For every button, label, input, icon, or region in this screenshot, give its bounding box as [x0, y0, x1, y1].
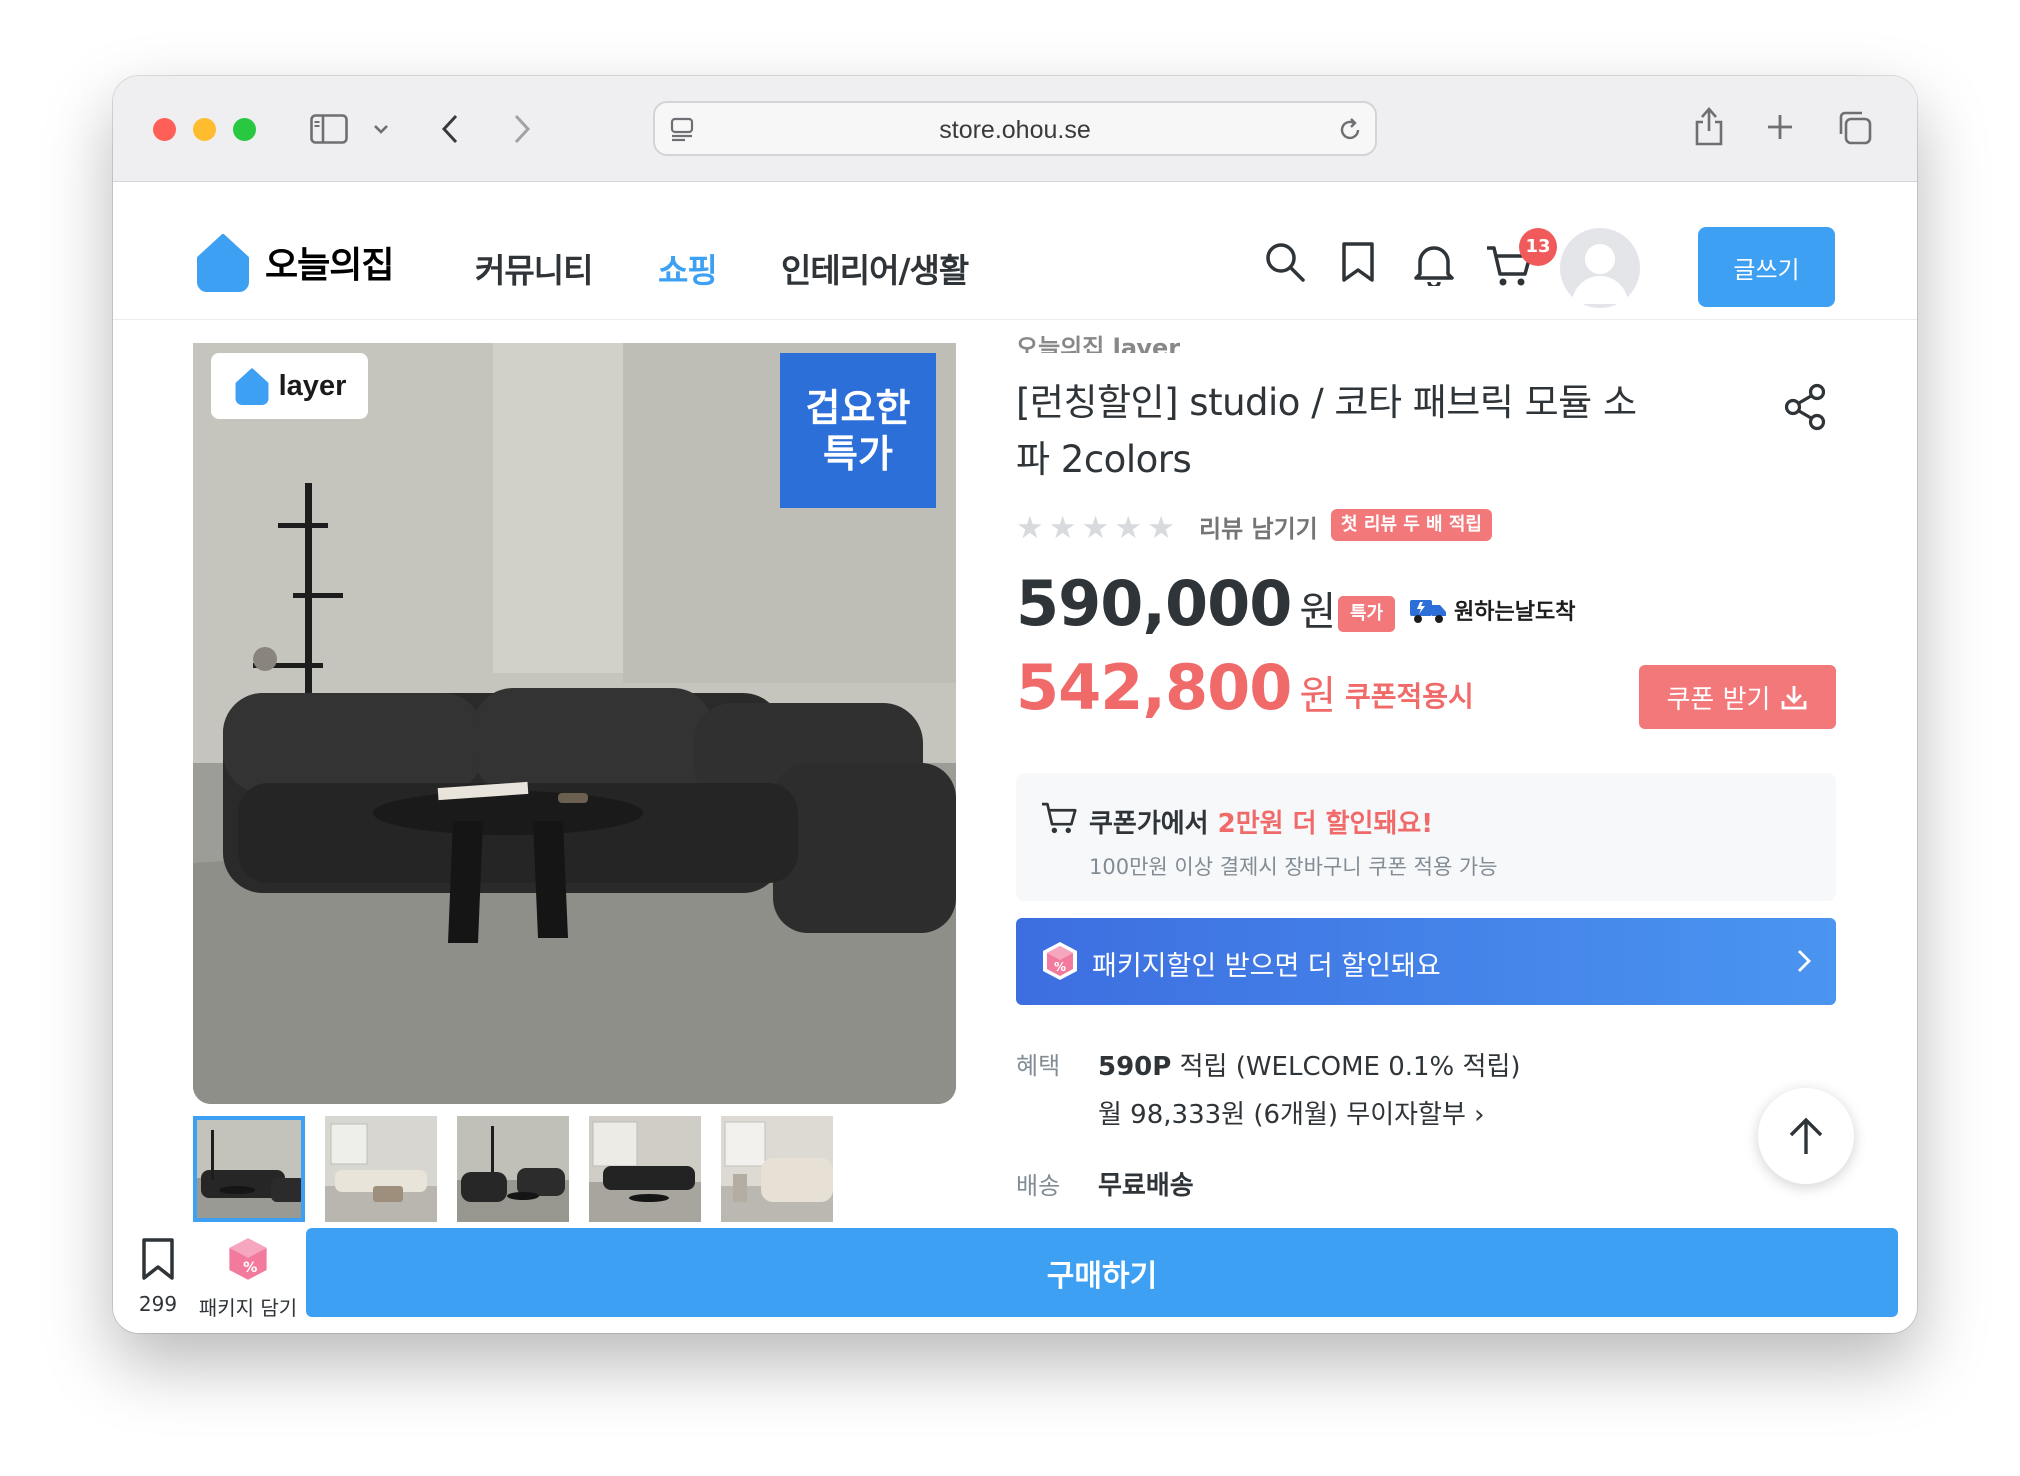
thumbnail-item[interactable] [457, 1116, 569, 1222]
scheduled-delivery-text: 원하는날도착 [1454, 600, 1576, 625]
new-tab-icon[interactable] [1763, 110, 1797, 144]
thumbnail-item[interactable] [721, 1116, 833, 1222]
product-title: [런칭할인] studio / 코타 패브릭 모듈 소파 2colors [1016, 381, 1637, 481]
site-logo[interactable]: 오늘의집 [193, 232, 394, 292]
site-header: 오늘의집 커뮤니티 쇼핑 인테리어/생활 13 글쓰기 [113, 182, 1917, 320]
coupon-applied-note: 쿠폰적용시 [1345, 680, 1474, 713]
star-icon: ★ [1114, 510, 1143, 546]
layer-badge-text: layer [278, 369, 347, 402]
special-deal-badge: 특가 [1338, 596, 1395, 632]
bookmark-icon [142, 1238, 174, 1280]
user-icon [1572, 244, 1628, 304]
scheduled-delivery-badge: 원하는날도착 [1408, 594, 1575, 626]
get-coupon-label: 쿠폰 받기 [1666, 684, 1771, 715]
thumbnail-item[interactable] [193, 1116, 305, 1222]
add-package-label: 패키지 담기 [198, 1296, 298, 1320]
browser-toolbar: store.ohou.se [113, 76, 1917, 182]
share-icon[interactable] [1691, 103, 1727, 149]
benefit-points-value: 590P [1098, 1052, 1172, 1082]
coupon-price: 542,800 원 [1016, 651, 1336, 724]
write-button[interactable]: 글쓰기 [1698, 227, 1835, 307]
close-window-button[interactable] [153, 118, 176, 141]
bell-icon[interactable] [1412, 240, 1456, 290]
get-coupon-button[interactable]: 쿠폰 받기 [1639, 665, 1836, 729]
write-review-link[interactable]: 리뷰 남기기 [1199, 509, 1318, 544]
download-icon [1782, 686, 1807, 710]
svg-text:%: % [1054, 960, 1066, 974]
benefit-points-note: 적립 (WELCOME 0.1% 적립) [1171, 1052, 1521, 1082]
bookmark-count: 299 [138, 1292, 178, 1316]
house-logo-icon [197, 234, 249, 292]
address-bar[interactable]: store.ohou.se [653, 101, 1377, 156]
coupon-info-box: 쿠폰가에서 2만원 더 할인돼요! 100만원 이상 결제시 장바구니 쿠폰 적… [1016, 773, 1836, 901]
coupon-price-value: 542,800 [1016, 651, 1292, 724]
shipping-label: 배송 [1016, 1172, 1061, 1200]
deal-badge: 겁요한 특가 [780, 353, 936, 508]
browser-window: store.ohou.se 오늘의집 커뮤니티 쇼핑 인테리어/생활 13 글쓰… [113, 76, 1917, 1333]
currency-label: 원 [1299, 673, 1336, 719]
bookmark-icon[interactable] [1338, 240, 1378, 288]
zoom-window-button[interactable] [233, 118, 256, 141]
chevron-down-icon[interactable] [371, 116, 391, 142]
svg-text:%: % [243, 1260, 257, 1276]
coupon-info-highlight: 2만원 더 할인돼요! [1217, 809, 1434, 839]
truck-icon [1410, 600, 1446, 623]
logo-text: 오늘의집 [265, 245, 394, 286]
thumbnail-item[interactable] [325, 1116, 437, 1222]
bookmark-button[interactable]: 299 [133, 1236, 183, 1316]
original-price: 590,000 원 [1016, 567, 1336, 640]
sidebar-toggle-icon[interactable] [309, 111, 349, 147]
nav-shopping[interactable]: 쇼핑 [658, 244, 718, 292]
original-price-value: 590,000 [1016, 567, 1292, 640]
cart-count-badge: 13 [1519, 228, 1557, 266]
star-icon: ★ [1016, 510, 1044, 546]
coupon-info-prefix: 쿠폰가에서 [1089, 809, 1218, 839]
thumbnail-item[interactable] [589, 1116, 701, 1222]
package-discount-text: 패키지할인 받으면 더 할인돼요 [1092, 951, 1441, 982]
chevron-right-icon [1796, 948, 1812, 978]
first-review-badge: 첫 리뷰 두 배 적립 [1331, 509, 1492, 541]
tab-overview-icon[interactable] [1835, 108, 1875, 148]
package-box-icon: % [1040, 940, 1080, 986]
reload-icon[interactable] [1335, 115, 1365, 145]
coupon-info-text: 쿠폰가에서 2만원 더 할인돼요! [1089, 803, 1433, 840]
cart-icon [1040, 801, 1078, 839]
house-logo-icon [235, 368, 269, 405]
star-icon: ★ [1147, 510, 1175, 546]
nav-community[interactable]: 커뮤니티 [475, 244, 593, 292]
arrow-up-icon [1789, 1117, 1823, 1154]
share-icon[interactable] [1783, 383, 1827, 435]
product-main-image[interactable]: layer 겁요한 특가 [193, 343, 956, 1104]
buy-button[interactable]: 구매하기 [306, 1228, 1898, 1317]
benefit-points: 590P 적립 (WELCOME 0.1% 적립) [1098, 1046, 1521, 1083]
add-package-button[interactable]: % 패키지 담기 [193, 1236, 303, 1321]
benefit-label: 혜택 [1016, 1052, 1061, 1080]
star-icon: ★ [1048, 510, 1077, 546]
scroll-to-top-button[interactable] [1758, 1088, 1854, 1184]
package-box-icon: % [229, 1238, 267, 1280]
installment-link[interactable]: 월 98,333원 (6개월) 무이자할부 › [1098, 1094, 1485, 1131]
star-icon: ★ [1081, 510, 1110, 546]
url-text: store.ohou.se [939, 116, 1091, 144]
brand-name[interactable]: 오늘의집 layer [1016, 331, 1180, 353]
shipping-value: 무료배송 [1098, 1171, 1194, 1201]
rating-stars: ★ ★ ★ ★ ★ [1016, 513, 1175, 544]
nav-interior-life[interactable]: 인테리어/생활 [781, 244, 969, 292]
forward-icon[interactable] [509, 109, 535, 149]
search-icon[interactable] [1263, 240, 1307, 288]
package-discount-banner[interactable]: % 패키지할인 받으면 더 할인돼요 [1016, 918, 1836, 1005]
back-icon[interactable] [437, 109, 463, 149]
avatar[interactable] [1560, 228, 1640, 308]
coupon-info-subtext: 100만원 이상 결제시 장바구니 쿠폰 적용 가능 [1089, 855, 1498, 879]
layer-brand-badge: layer [211, 353, 368, 419]
currency-label: 원 [1299, 589, 1336, 635]
purchase-bar: 299 % 패키지 담기 구매하기 [113, 1226, 1917, 1333]
minimize-window-button[interactable] [193, 118, 216, 141]
deal-badge-line1: 겁요한 [805, 385, 911, 430]
deal-badge-line2: 특가 [823, 431, 893, 476]
